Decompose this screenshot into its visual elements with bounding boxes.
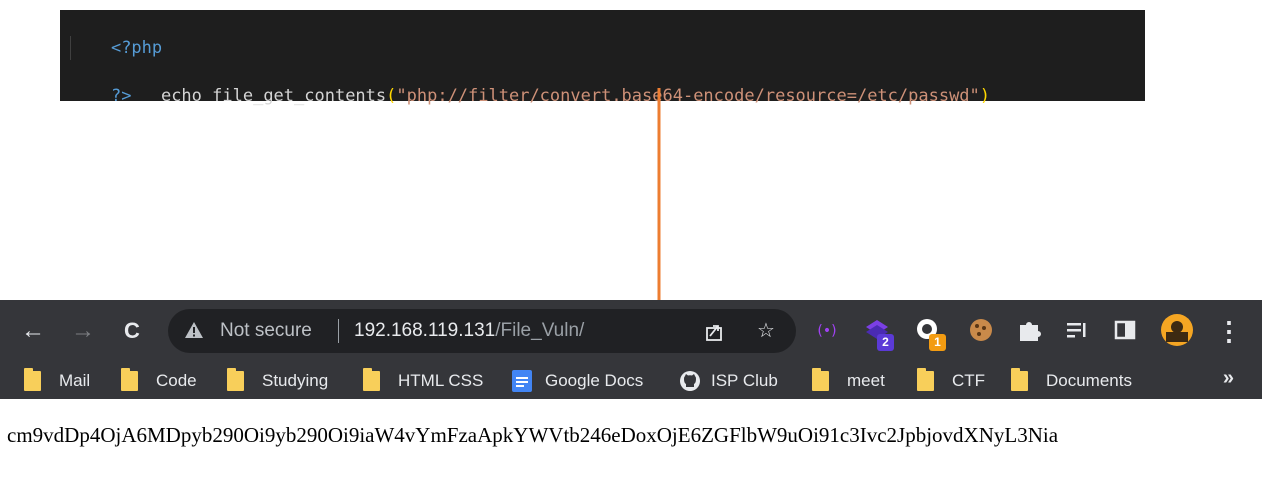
echo-keyword: echo xyxy=(160,86,213,106)
bookmark-label: Documents xyxy=(1046,371,1132,390)
forward-button[interactable]: → xyxy=(68,314,98,348)
bookmark-ctf[interactable]: CTF xyxy=(917,368,986,393)
bookmark-label: CTF xyxy=(952,371,986,390)
more-bookmarks-button[interactable]: » xyxy=(1223,367,1234,390)
paren-close: ) xyxy=(979,86,991,106)
folder-icon xyxy=(363,368,380,391)
php-close-tag: ?> xyxy=(110,86,132,106)
string-argument: "php://filter/convert.base64-encode/reso… xyxy=(396,86,980,106)
not-secure-label[interactable]: Not secure xyxy=(220,320,312,342)
bookmark-star-icon[interactable]: ☆ xyxy=(752,317,780,345)
base64-output-text: cm9vdDp4OjA6MDpyb290Oi9yb290Oi9iaW4vYmFz… xyxy=(7,423,1059,447)
bookmark-meet[interactable]: meet xyxy=(812,368,885,393)
extension-badge: 1 xyxy=(929,334,946,351)
code-editor-snippet: <?php echo file_get_contents("php://filt… xyxy=(60,10,1145,106)
bookmark-studying[interactable]: Studying xyxy=(227,368,329,393)
extension-badge: 2 xyxy=(877,334,894,351)
folder-icon xyxy=(1011,368,1028,391)
function-name: file_get_contents xyxy=(212,86,387,106)
bookmark-label: HTML CSS xyxy=(398,371,484,390)
tracking-extension-icon[interactable]: (•) xyxy=(812,315,842,345)
bookmark-code[interactable]: Code xyxy=(121,368,197,393)
url-host: 192.168.119.131 xyxy=(354,320,496,341)
bookmark-isp-club[interactable]: ISP Club xyxy=(679,369,778,393)
folder-icon xyxy=(227,368,244,391)
folder-icon xyxy=(24,368,41,391)
bookmark-documents[interactable]: Documents xyxy=(1011,368,1132,393)
bookmark-label: ISP Club xyxy=(711,371,778,390)
page-content: cm9vdDp4OjA6MDpyb290Oi9yb290Oi9iaW4vYmFz… xyxy=(0,399,1262,477)
cookie-extension-icon[interactable] xyxy=(966,315,996,345)
menu-kebab-icon[interactable]: ⋮ xyxy=(1214,314,1244,348)
warning-icon[interactable] xyxy=(184,320,204,340)
reading-list-icon[interactable] xyxy=(1062,315,1092,345)
url-text[interactable]: 192.168.119.131/File_Vuln/ xyxy=(354,320,584,342)
svg-text:(•): (•) xyxy=(817,323,836,339)
address-bar[interactable]: Not secure 192.168.119.131/File_Vuln/ ☆ xyxy=(168,309,796,353)
puzzle-extensions-icon[interactable] xyxy=(1014,315,1044,345)
browser-window: ← → C Not secure 192.168.119.131/File_Vu… xyxy=(0,300,1262,477)
ring-extension-icon[interactable]: 1 xyxy=(914,315,946,351)
url-path: /File_Vuln/ xyxy=(495,320,585,341)
code-line-close-tag: ?> xyxy=(60,60,1145,106)
browser-toolbar: ← → C Not secure 192.168.119.131/File_Vu… xyxy=(0,300,1262,362)
omnibox-divider xyxy=(338,319,339,343)
google-docs-icon xyxy=(512,370,532,392)
folder-icon xyxy=(917,368,934,391)
code-line-echo: echo file_get_contents("php://filter/con… xyxy=(60,36,1145,106)
bookmark-label: Code xyxy=(156,371,197,390)
bookmark-mail[interactable]: Mail xyxy=(24,368,91,393)
folder-icon xyxy=(812,368,829,391)
share-icon[interactable] xyxy=(700,318,728,346)
bookmark-label: Google Docs xyxy=(545,371,644,390)
side-panel-icon[interactable] xyxy=(1110,315,1140,345)
paren-open: ( xyxy=(386,86,397,106)
folder-icon xyxy=(121,368,138,391)
bookmarks-bar: Mail Code Studying HTML CSS Google Docs … xyxy=(0,362,1262,399)
bookmark-html-css[interactable]: HTML CSS xyxy=(363,368,484,393)
code-line-open-tag: <?php xyxy=(60,12,1145,58)
reload-button[interactable]: C xyxy=(117,314,147,348)
bookmark-label: meet xyxy=(847,371,885,390)
bookmark-label: Studying xyxy=(262,371,329,390)
indent-guide xyxy=(70,36,71,60)
stack-extension-icon[interactable]: 2 xyxy=(862,315,894,351)
profile-avatar[interactable] xyxy=(1160,313,1194,347)
bookmark-label: Mail xyxy=(59,371,91,390)
bookmark-google-docs[interactable]: Google Docs xyxy=(512,369,643,393)
github-icon xyxy=(680,371,700,391)
back-button[interactable]: ← xyxy=(18,314,48,348)
